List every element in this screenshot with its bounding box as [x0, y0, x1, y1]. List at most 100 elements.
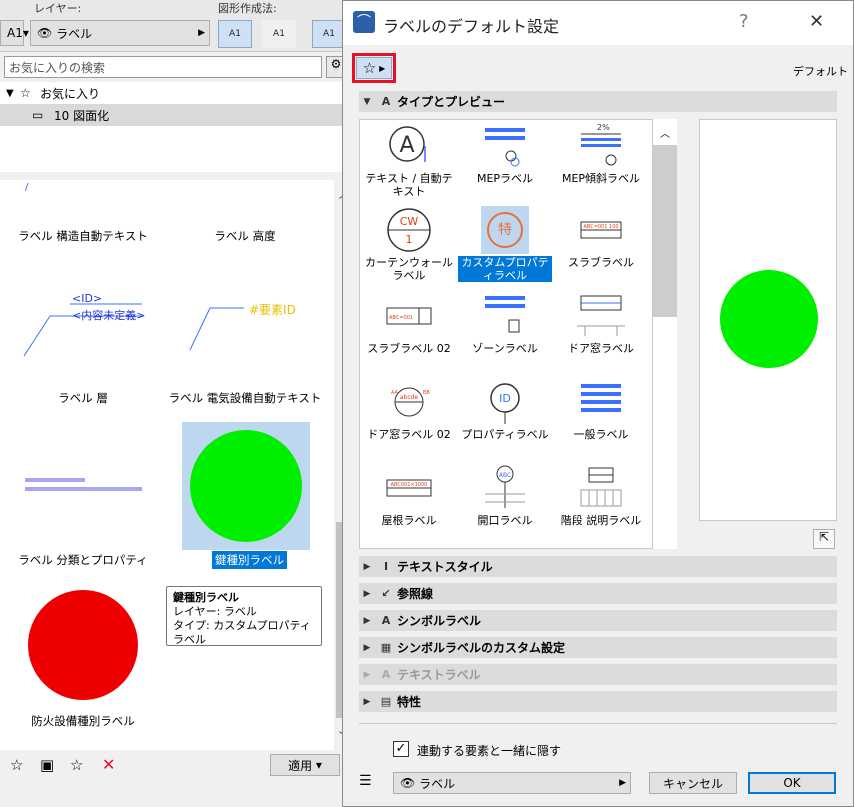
- grid-item-door-window[interactable]: ドア窓ラベル: [554, 292, 648, 355]
- tree-item-drawing[interactable]: ▭ 10 図面化: [0, 104, 345, 126]
- pointer-icon: ↙: [381, 587, 391, 600]
- grid-item-opening[interactable]: ABC 開口ラベル: [458, 464, 552, 527]
- method-tool-3[interactable]: A1: [312, 20, 346, 48]
- gallery-item-label[interactable]: ラベル 分類とプロパティ: [3, 552, 163, 568]
- svg-text:1: 1: [406, 233, 413, 246]
- grid-item-mep-slope[interactable]: 2% MEP傾斜ラベル: [554, 122, 648, 185]
- selected-thumbnail[interactable]: [182, 422, 310, 550]
- svg-text:ABC001×1000: ABC001×1000: [391, 482, 428, 488]
- chevron-up-icon[interactable]: ︿: [660, 125, 670, 140]
- green-circle-preview: [720, 270, 818, 368]
- tree-item-favorites[interactable]: ▼ ☆ お気に入り: [0, 82, 345, 104]
- grid-scrollbar[interactable]: ︿: [653, 119, 677, 549]
- hide-with-element-checkbox[interactable]: ✓: [393, 741, 409, 757]
- label-type-grid: A テキスト / 自動テキスト MEPラベル 2% MEP傾斜ラベル CW 1 カ…: [359, 119, 653, 549]
- left-dropdown[interactable]: A1 ▾: [0, 20, 29, 46]
- layer-dropdown[interactable]: 👁 ラベル ▶: [393, 772, 631, 794]
- grid-item-text-autotext[interactable]: A テキスト / 自動テキスト: [362, 122, 456, 198]
- green-circle-preview: [190, 430, 302, 542]
- eye-icon: 👁: [37, 26, 53, 40]
- content-text: <内容未定義>: [72, 309, 146, 322]
- method-tool-2[interactable]: A1: [262, 20, 296, 48]
- tooltip: 鍵種別ラベル レイヤー: ラベル タイプ: カスタムプロパティラベル: [166, 586, 322, 646]
- arrow-right-icon: ▶: [379, 63, 386, 73]
- section-symbol-label[interactable]: ▶ A シンボルラベル: [359, 610, 837, 631]
- chevron-right-icon: ▶: [363, 696, 371, 707]
- layer-stack-icon: ☰: [359, 773, 372, 789]
- title-bar: ⌒ ラベルのデフォルト設定 ? ✕: [343, 1, 853, 45]
- favorites-button[interactable]: ☆ ▶: [356, 57, 392, 79]
- custom-settings-icon: ▦: [380, 641, 392, 654]
- gallery-item-label-selected[interactable]: 鍵種別ラベル: [212, 551, 287, 569]
- section-text-style[interactable]: ▶ I テキストスタイル: [359, 556, 837, 577]
- slab-02-icon: ABC=001: [386, 307, 432, 325]
- grid-item-zone[interactable]: ゾーンラベル: [458, 292, 552, 355]
- preview-mode-icon[interactable]: ⇱: [813, 529, 835, 549]
- add-favorite-icon[interactable]: ☆: [10, 756, 23, 774]
- leader-mark: /: [25, 182, 29, 193]
- grid-item-roof[interactable]: ABC001×1000 屋根ラベル: [362, 464, 456, 527]
- dialog-title: ラベルのデフォルト設定: [383, 17, 560, 36]
- section-type-preview[interactable]: ▼ A タイプとプレビュー: [359, 91, 837, 112]
- chevron-down-icon: ▼: [363, 96, 371, 107]
- gallery-item-label[interactable]: ラベル 高度: [165, 228, 325, 244]
- delete-icon[interactable]: ✕: [102, 755, 115, 774]
- scroll-thumb[interactable]: [653, 145, 677, 317]
- label-defaults-dialog: ⌒ ラベルのデフォルト設定 ? ✕ ☆ ▶ デフォルト ▼ A タイプとプレビュー…: [342, 0, 854, 807]
- gallery-item-label[interactable]: ラベル 構造自動テキスト: [3, 228, 163, 244]
- grid-item-general[interactable]: 一般ラベル: [554, 378, 648, 441]
- svg-text:BB: BB: [423, 390, 430, 396]
- chevron-right-icon: ▶: [363, 615, 371, 626]
- redefine-favorite-icon[interactable]: ☆: [70, 756, 83, 774]
- curtainwall-label-icon: CW 1: [387, 208, 431, 252]
- folder-icon: ▭: [32, 108, 44, 122]
- favorites-tree: ▼ ☆ お気に入り ▭ 10 図面化: [0, 82, 345, 172]
- grid-item-property[interactable]: ID プロパティラベル: [458, 378, 552, 441]
- eye-icon: 👁: [400, 776, 416, 790]
- red-circle-thumbnail[interactable]: [28, 590, 138, 700]
- checkbox-label: 連動する要素と一緒に隠す: [417, 744, 562, 758]
- help-button[interactable]: ?: [739, 11, 749, 32]
- layer-caption: レイヤー:: [34, 2, 82, 15]
- dropdown-arrow-icon: ▶: [198, 28, 205, 38]
- close-button[interactable]: ✕: [809, 11, 824, 32]
- grid-item-stair[interactable]: 階段 説明ラベル: [554, 464, 648, 527]
- grid-item-slab-02[interactable]: ABC=001 スラブラベル 02: [362, 292, 456, 355]
- search-input[interactable]: お気に入りの検索: [4, 56, 322, 78]
- apply-button[interactable]: 適用 ▾: [270, 754, 340, 776]
- dropdown-arrow-icon: ▶: [619, 778, 626, 788]
- method-tool-1[interactable]: A1: [218, 20, 252, 48]
- gallery-item-label[interactable]: 防火設備種別ラベル: [3, 713, 163, 729]
- chevron-right-icon: ▶: [363, 642, 371, 653]
- background-toolbar: レイヤー: 図形作成法: A1 ▾ 👁 ラベル ▶ A1 A1 A1: [0, 0, 346, 52]
- ok-button[interactable]: OK: [748, 772, 836, 794]
- layer-dropdown[interactable]: 👁 ラベル ▶: [30, 20, 210, 46]
- text-style-icon: I: [383, 560, 389, 573]
- grid-item-custom-property[interactable]: 特 カスタムプロパティラベル: [458, 206, 552, 282]
- defaults-label: デフォルト: [793, 65, 848, 78]
- section-pointer[interactable]: ▶ ↙ 参照線: [359, 583, 837, 604]
- gallery-bottom-bar: ☆ ▣ ☆ ✕ 適用 ▾: [0, 752, 345, 807]
- mep-slope-icon: 2%: [581, 123, 621, 166]
- svg-text:AA: AA: [391, 390, 399, 396]
- svg-text:CW: CW: [400, 215, 419, 228]
- zone-label-icon: [485, 296, 525, 333]
- grid-item-curtainwall[interactable]: CW 1 カーテンウォールラベル: [362, 206, 456, 282]
- grid-item-door-window-02[interactable]: abcde AA BB ドア窓ラベル 02: [362, 378, 456, 441]
- grid-item-slab[interactable]: ABC=001 100 スラブラベル: [554, 206, 648, 269]
- favorites-gallery: / ラベル 構造自動テキスト ラベル 高度 <ID> <内容未定義> #要素ID…: [0, 180, 334, 750]
- svg-text:A: A: [399, 133, 414, 158]
- star-folder-icon: ☆: [20, 86, 31, 100]
- mep-label-icon: [485, 128, 525, 167]
- grid-item-mep[interactable]: MEPラベル: [458, 122, 552, 185]
- divider: [359, 723, 837, 724]
- gallery-item-label[interactable]: ラベル 電気設備自動テキスト: [165, 390, 325, 406]
- gallery-item-label[interactable]: ラベル 層: [3, 390, 163, 406]
- section-symbol-custom[interactable]: ▶ ▦ シンボルラベルのカスタム設定: [359, 637, 837, 658]
- new-folder-icon[interactable]: ▣: [40, 756, 54, 774]
- opening-label-icon: ABC: [485, 465, 525, 508]
- cancel-button[interactable]: キャンセル: [649, 772, 737, 794]
- section-text-label: ▶ A テキストラベル: [359, 664, 837, 685]
- id-text: <ID>: [72, 292, 103, 305]
- section-properties[interactable]: ▶ ▤ 特性: [359, 691, 837, 712]
